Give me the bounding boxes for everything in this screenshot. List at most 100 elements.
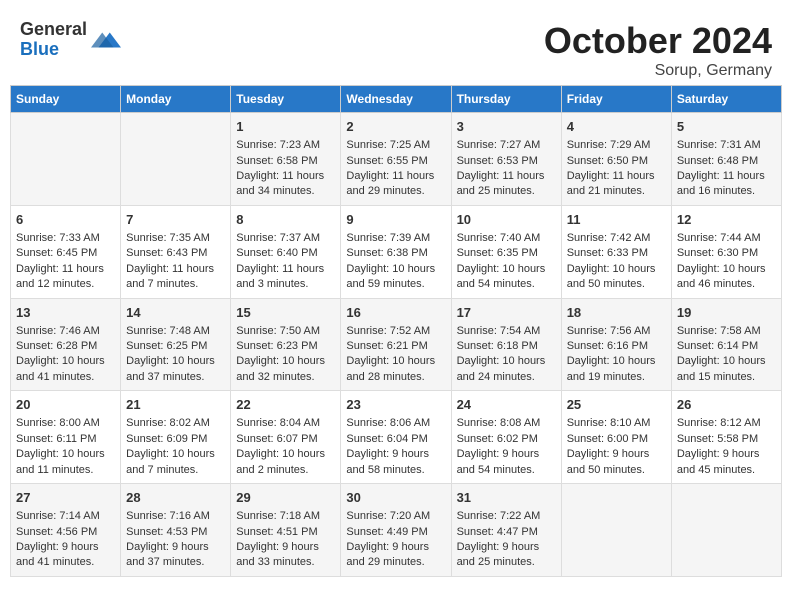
calendar-cell: 27Sunrise: 7:14 AM Sunset: 4:56 PM Dayli… <box>11 484 121 577</box>
day-info: Sunrise: 7:44 AM Sunset: 6:30 PM Dayligh… <box>677 232 766 290</box>
title-block: October 2024 Sorup, Germany <box>544 20 772 80</box>
day-info: Sunrise: 7:23 AM Sunset: 6:58 PM Dayligh… <box>236 139 324 197</box>
calendar-cell: 26 Sunrise: 8:12 AM Sunset: 5:58 PM Dayli… <box>671 391 781 484</box>
day-number: 20 <box>16 396 115 414</box>
calendar-cell: 13 Sunrise: 7:46 AM Sunset: 6:28 PM Dayli… <box>11 298 121 391</box>
day-number: 18 <box>567 304 666 322</box>
day-info: Sunrise: 8:08 AM Sunset: 6:02 PM Dayligh… <box>457 417 541 475</box>
day-info: Sunrise: 7:14 AM Sunset: 4:56 PM Dayligh… <box>16 510 100 568</box>
calendar-cell: 2 Sunrise: 7:25 AM Sunset: 6:55 PM Daylig… <box>341 113 451 206</box>
day-number: 31 <box>457 489 556 507</box>
day-number: 26 <box>677 396 776 414</box>
day-info: Sunrise: 7:46 AM Sunset: 6:28 PM Dayligh… <box>16 325 105 383</box>
calendar-cell: 21 Sunrise: 8:02 AM Sunset: 6:09 PM Dayli… <box>121 391 231 484</box>
calendar-cell: 5 Sunrise: 7:31 AM Sunset: 6:48 PM Daylig… <box>671 113 781 206</box>
calendar-week-row: 27Sunrise: 7:14 AM Sunset: 4:56 PM Dayli… <box>11 484 782 577</box>
day-number: 29 <box>236 489 335 507</box>
day-number: 3 <box>457 118 556 136</box>
day-info: Sunrise: 8:12 AM Sunset: 5:58 PM Dayligh… <box>677 417 761 475</box>
calendar-cell: 11Sunrise: 7:42 AM Sunset: 6:33 PM Dayli… <box>561 205 671 298</box>
day-number: 16 <box>346 304 445 322</box>
page-title: October 2024 <box>544 20 772 62</box>
day-number: 12 <box>677 211 776 229</box>
calendar-cell: 4 Sunrise: 7:29 AM Sunset: 6:50 PM Daylig… <box>561 113 671 206</box>
calendar-cell: 7Sunrise: 7:35 AM Sunset: 6:43 PM Daylig… <box>121 205 231 298</box>
calendar-week-row: 6Sunrise: 7:33 AM Sunset: 6:45 PM Daylig… <box>11 205 782 298</box>
day-number: 1 <box>236 118 335 136</box>
day-number: 25 <box>567 396 666 414</box>
calendar-cell: 20 Sunrise: 8:00 AM Sunset: 6:11 PM Dayli… <box>11 391 121 484</box>
calendar-cell: 19 Sunrise: 7:58 AM Sunset: 6:14 PM Dayli… <box>671 298 781 391</box>
day-number: 10 <box>457 211 556 229</box>
day-info: Sunrise: 7:48 AM Sunset: 6:25 PM Dayligh… <box>126 325 215 383</box>
logo-icon <box>91 25 121 55</box>
day-info: Sunrise: 7:54 AM Sunset: 6:18 PM Dayligh… <box>457 325 546 383</box>
calendar-week-row: 1 Sunrise: 7:23 AM Sunset: 6:58 PM Daylig… <box>11 113 782 206</box>
calendar-cell: 25Sunrise: 8:10 AM Sunset: 6:00 PM Dayli… <box>561 391 671 484</box>
calendar-cell: 6Sunrise: 7:33 AM Sunset: 6:45 PM Daylig… <box>11 205 121 298</box>
day-info: Sunrise: 8:02 AM Sunset: 6:09 PM Dayligh… <box>126 417 215 475</box>
calendar-cell <box>671 484 781 577</box>
calendar-cell <box>121 113 231 206</box>
calendar-header-row: SundayMondayTuesdayWednesdayThursdayFrid… <box>11 86 782 113</box>
day-info: Sunrise: 7:20 AM Sunset: 4:49 PM Dayligh… <box>346 510 430 568</box>
day-number: 17 <box>457 304 556 322</box>
day-info: Sunrise: 7:33 AM Sunset: 6:45 PM Dayligh… <box>16 232 104 290</box>
day-number: 30 <box>346 489 445 507</box>
page-header: General Blue October 2024 Sorup, Germany <box>10 10 782 85</box>
logo-blue-text: Blue <box>20 40 87 60</box>
calendar-cell: 10 Sunrise: 7:40 AM Sunset: 6:35 PM Dayli… <box>451 205 561 298</box>
day-info: Sunrise: 7:31 AM Sunset: 6:48 PM Dayligh… <box>677 139 765 197</box>
day-number: 28 <box>126 489 225 507</box>
calendar-cell: 18Sunrise: 7:56 AM Sunset: 6:16 PM Dayli… <box>561 298 671 391</box>
logo: General Blue <box>20 20 121 60</box>
calendar-cell: 23Sunrise: 8:06 AM Sunset: 6:04 PM Dayli… <box>341 391 451 484</box>
calendar-cell: 9Sunrise: 7:39 AM Sunset: 6:38 PM Daylig… <box>341 205 451 298</box>
day-number: 8 <box>236 211 335 229</box>
day-info: Sunrise: 7:40 AM Sunset: 6:35 PM Dayligh… <box>457 232 546 290</box>
day-info: Sunrise: 7:29 AM Sunset: 6:50 PM Dayligh… <box>567 139 655 197</box>
day-info: Sunrise: 7:35 AM Sunset: 6:43 PM Dayligh… <box>126 232 214 290</box>
calendar-cell: 16Sunrise: 7:52 AM Sunset: 6:21 PM Dayli… <box>341 298 451 391</box>
day-info: Sunrise: 8:04 AM Sunset: 6:07 PM Dayligh… <box>236 417 325 475</box>
day-info: Sunrise: 8:06 AM Sunset: 6:04 PM Dayligh… <box>346 417 430 475</box>
calendar-cell: 17 Sunrise: 7:54 AM Sunset: 6:18 PM Dayli… <box>451 298 561 391</box>
calendar-week-row: 20 Sunrise: 8:00 AM Sunset: 6:11 PM Dayli… <box>11 391 782 484</box>
col-header-sunday: Sunday <box>11 86 121 113</box>
day-number: 9 <box>346 211 445 229</box>
day-info: Sunrise: 7:37 AM Sunset: 6:40 PM Dayligh… <box>236 232 324 290</box>
day-info: Sunrise: 7:58 AM Sunset: 6:14 PM Dayligh… <box>677 325 766 383</box>
calendar-table: SundayMondayTuesdayWednesdayThursdayFrid… <box>10 85 782 577</box>
calendar-cell: 14 Sunrise: 7:48 AM Sunset: 6:25 PM Dayli… <box>121 298 231 391</box>
day-info: Sunrise: 7:27 AM Sunset: 6:53 PM Dayligh… <box>457 139 545 197</box>
calendar-cell: 24 Sunrise: 8:08 AM Sunset: 6:02 PM Dayli… <box>451 391 561 484</box>
day-number: 24 <box>457 396 556 414</box>
col-header-wednesday: Wednesday <box>341 86 451 113</box>
day-number: 13 <box>16 304 115 322</box>
page-subtitle: Sorup, Germany <box>544 62 772 80</box>
calendar-cell: 30 Sunrise: 7:20 AM Sunset: 4:49 PM Dayli… <box>341 484 451 577</box>
day-number: 2 <box>346 118 445 136</box>
calendar-cell: 15Sunrise: 7:50 AM Sunset: 6:23 PM Dayli… <box>231 298 341 391</box>
day-info: Sunrise: 7:25 AM Sunset: 6:55 PM Dayligh… <box>346 139 434 197</box>
day-number: 21 <box>126 396 225 414</box>
col-header-friday: Friday <box>561 86 671 113</box>
calendar-cell: 12 Sunrise: 7:44 AM Sunset: 6:30 PM Dayli… <box>671 205 781 298</box>
calendar-cell: 1 Sunrise: 7:23 AM Sunset: 6:58 PM Daylig… <box>231 113 341 206</box>
day-number: 11 <box>567 211 666 229</box>
col-header-saturday: Saturday <box>671 86 781 113</box>
day-number: 5 <box>677 118 776 136</box>
calendar-cell <box>561 484 671 577</box>
day-number: 14 <box>126 304 225 322</box>
day-number: 22 <box>236 396 335 414</box>
calendar-cell: 3 Sunrise: 7:27 AM Sunset: 6:53 PM Daylig… <box>451 113 561 206</box>
logo-general-text: General <box>20 20 87 40</box>
day-info: Sunrise: 8:00 AM Sunset: 6:11 PM Dayligh… <box>16 417 105 475</box>
logo-text: General Blue <box>20 20 87 60</box>
col-header-thursday: Thursday <box>451 86 561 113</box>
day-number: 19 <box>677 304 776 322</box>
col-header-monday: Monday <box>121 86 231 113</box>
day-number: 4 <box>567 118 666 136</box>
day-info: Sunrise: 7:18 AM Sunset: 4:51 PM Dayligh… <box>236 510 320 568</box>
calendar-week-row: 13 Sunrise: 7:46 AM Sunset: 6:28 PM Dayli… <box>11 298 782 391</box>
